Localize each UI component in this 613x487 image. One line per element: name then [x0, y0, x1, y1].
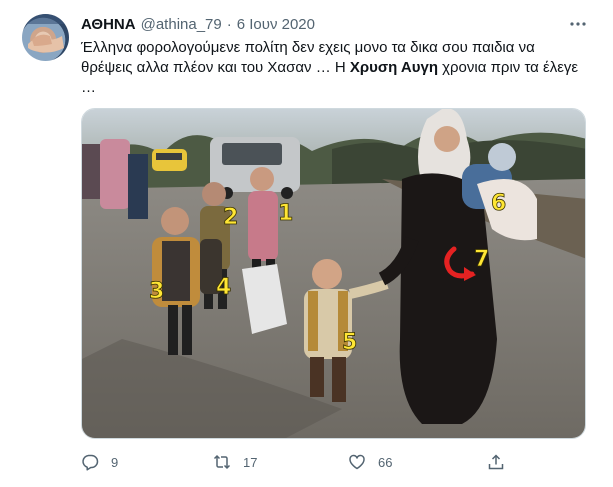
tweet-header: ΑΘΗΝΑ @athina_79 · 6 Ιουν 2020 [81, 14, 315, 34]
like-button[interactable]: 66 [348, 451, 392, 473]
photo-label-1: 1 [278, 201, 293, 226]
tweet-text-bold: Χρυση Αυγη [349, 59, 438, 76]
avatar[interactable] [22, 14, 69, 61]
like-count: 66 [378, 454, 393, 470]
share-button[interactable] [487, 451, 517, 473]
photo-scene: 1 2 3 4 5 6 7 [82, 109, 585, 438]
tweet[interactable]: ΑΘΗΝΑ @athina_79 · 6 Ιουν 2020 Έλληνα φο… [0, 0, 613, 487]
like-icon [349, 454, 365, 470]
reply-icon [82, 454, 99, 471]
photo-label-3: 3 [149, 279, 164, 304]
retweet-button[interactable]: 17 [213, 451, 257, 473]
tweet-text-line-1: Έλληνα φορολογούμενε πολίτη δεν εχεις μο… [81, 39, 535, 56]
share-icon [488, 454, 504, 470]
more-options-button[interactable] [566, 12, 590, 36]
retweet-icon [213, 454, 231, 470]
photo-label-6: 6 [491, 191, 506, 216]
photo-label-5: 5 [342, 330, 357, 355]
photo-label-2: 2 [223, 205, 238, 230]
author-name[interactable]: ΑΘΗΝΑ [81, 16, 136, 33]
tweet-text-line-2: θρέψεις αλλα πλέον και του Χασαν … Η Χρυ… [81, 58, 591, 78]
reply-button[interactable]: 9 [81, 451, 118, 473]
separator-dot: · [226, 15, 232, 33]
photo-label-7: 7 [474, 247, 489, 272]
tweet-date[interactable]: 6 Ιουν 2020 [237, 16, 315, 33]
photo-label-4: 4 [216, 275, 231, 300]
tweet-photo[interactable]: 1 2 3 4 5 6 7 [81, 108, 586, 439]
tweet-text: Έλληνα φορολογούμενε πολίτη δεν εχεις μο… [81, 38, 591, 98]
tweet-text-part: θρέψεις αλλα πλέον και του Χασαν … Η [81, 59, 350, 76]
more-icon [570, 22, 586, 26]
tweet-actions: 9 17 66 [81, 451, 591, 473]
tweet-text-line-3: … [81, 79, 96, 96]
tweet-text-part: χρονια πριν τα έλεγε [437, 59, 579, 76]
retweet-count: 17 [243, 454, 258, 470]
reply-count: 9 [111, 454, 119, 470]
author-handle[interactable]: @athina_79 [141, 16, 222, 33]
